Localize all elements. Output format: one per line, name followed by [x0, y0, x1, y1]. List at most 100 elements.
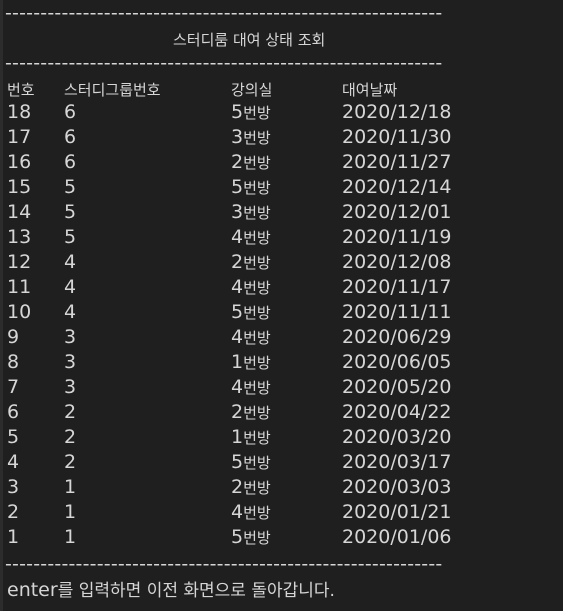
cell-group: 1 [64, 526, 77, 548]
cell-group: 5 [64, 176, 77, 198]
cell-room-number: 5 [231, 451, 244, 473]
cell-room-number: 4 [231, 326, 244, 348]
page-title: 스터디룸 대여 상태 조회 [173, 31, 326, 49]
cell-room: 4번방 [231, 501, 271, 523]
cell-date: 2020/12/01 [342, 201, 452, 223]
cell-date: 2020/03/03 [342, 476, 452, 498]
table-header: 번호 스터디그룹번호 강의실 대여날짜 [7, 79, 547, 99]
cell-group: 4 [64, 301, 77, 323]
table-row: 3 1 2번방 2020/03/03 [7, 476, 547, 501]
cell-date: 2020/06/29 [342, 326, 452, 348]
cell-room-number: 5 [231, 176, 244, 198]
table-row: 18 6 5번방 2020/12/18 [7, 101, 547, 126]
cell-room-unit: 번방 [243, 479, 271, 497]
cell-room-number: 4 [231, 226, 244, 248]
cell-room-unit: 번방 [243, 204, 271, 222]
table-row: 6 2 2번방 2020/04/22 [7, 401, 547, 426]
cell-date: 2020/03/20 [342, 426, 452, 448]
cell-group: 1 [64, 476, 77, 498]
table-row: 7 3 4번방 2020/05/20 [7, 376, 547, 401]
cell-number: 12 [7, 251, 32, 273]
cell-group: 1 [64, 501, 77, 523]
table-row: 9 3 4번방 2020/06/29 [7, 326, 547, 351]
cell-room-unit: 번방 [243, 529, 271, 547]
cell-room: 2번방 [231, 151, 271, 173]
cell-room: 5번방 [231, 101, 271, 123]
cell-room: 5번방 [231, 176, 271, 198]
cell-room-number: 3 [231, 126, 244, 148]
cell-room-number: 2 [231, 476, 244, 498]
cell-number: 6 [7, 401, 20, 423]
column-header-number: 번호 [7, 81, 35, 99]
cell-date: 2020/11/27 [342, 151, 452, 173]
cell-number: 11 [7, 276, 32, 298]
cell-room: 1번방 [231, 351, 271, 373]
cell-room-unit: 번방 [243, 454, 271, 472]
cell-room-unit: 번방 [243, 404, 271, 422]
cell-group: 2 [64, 426, 77, 448]
cell-room: 2번방 [231, 251, 271, 273]
cell-group: 3 [64, 326, 77, 348]
cell-number: 5 [7, 426, 20, 448]
table-row: 12 4 2번방 2020/12/08 [7, 251, 547, 276]
cell-room: 3번방 [231, 126, 271, 148]
cell-date: 2020/12/14 [342, 176, 452, 198]
cell-number: 17 [7, 126, 32, 148]
cell-room-unit: 번방 [243, 129, 271, 147]
cell-number: 8 [7, 351, 20, 373]
table-row: 8 3 1번방 2020/06/05 [7, 351, 547, 376]
cell-room: 3번방 [231, 201, 271, 223]
cell-room-number: 2 [231, 401, 244, 423]
cell-room-number: 4 [231, 276, 244, 298]
table-row: 17 6 3번방 2020/11/30 [7, 126, 547, 151]
cell-group: 3 [64, 376, 77, 398]
cell-number: 9 [7, 326, 20, 348]
cell-room-number: 1 [231, 351, 244, 373]
cell-room-number: 1 [231, 426, 244, 448]
cell-date: 2020/01/06 [342, 526, 452, 548]
cell-room-unit: 번방 [243, 279, 271, 297]
cell-date: 2020/12/18 [342, 101, 452, 123]
table-row: 11 4 4번방 2020/11/17 [7, 276, 547, 301]
cell-date: 2020/12/08 [342, 251, 452, 273]
cell-room-number: 5 [231, 301, 244, 323]
footer-text: 를 입력하면 이전 화면으로 돌아갑니다. [57, 581, 335, 601]
cell-date: 2020/05/20 [342, 376, 452, 398]
cell-date: 2020/11/11 [342, 301, 452, 323]
cell-number: 3 [7, 476, 20, 498]
cell-date: 2020/04/22 [342, 401, 452, 423]
cell-room-unit: 번방 [243, 154, 271, 172]
cell-room-number: 5 [231, 526, 244, 548]
cell-room: 2번방 [231, 476, 271, 498]
cell-room-number: 5 [231, 101, 244, 123]
cell-room-unit: 번방 [243, 104, 271, 122]
cell-group: 6 [64, 151, 77, 173]
cell-room-number: 2 [231, 251, 244, 273]
table-row: 4 2 5번방 2020/03/17 [7, 451, 547, 476]
cell-room-unit: 번방 [243, 429, 271, 447]
table-row: 14 5 3번방 2020/12/01 [7, 201, 547, 226]
column-header-date: 대여날짜 [342, 81, 398, 99]
cell-room-number: 4 [231, 376, 244, 398]
cell-number: 13 [7, 226, 32, 248]
table-row: 10 4 5번방 2020/11/11 [7, 301, 547, 326]
table-row: 5 2 1번방 2020/03/20 [7, 426, 547, 451]
cell-room: 4번방 [231, 276, 271, 298]
cell-room-number: 4 [231, 501, 244, 523]
cell-room-number: 2 [231, 151, 244, 173]
cell-room-unit: 번방 [243, 179, 271, 197]
cell-number: 1 [7, 526, 20, 548]
cell-date: 2020/11/17 [342, 276, 452, 298]
table-row: 16 6 2번방 2020/11/27 [7, 151, 547, 176]
column-header-room: 강의실 [231, 81, 273, 99]
cell-group: 2 [64, 451, 77, 473]
cell-number: 7 [7, 376, 20, 398]
console-window: ----------------------------------------… [0, 0, 563, 611]
cell-group: 5 [64, 226, 77, 248]
cell-room: 4번방 [231, 376, 271, 398]
separator-top: ----------------------------------------… [5, 2, 443, 22]
cell-date: 2020/01/21 [342, 501, 452, 523]
column-header-group: 스터디그룹번호 [64, 81, 161, 99]
cell-number: 18 [7, 101, 32, 123]
cell-room: 5번방 [231, 451, 271, 473]
